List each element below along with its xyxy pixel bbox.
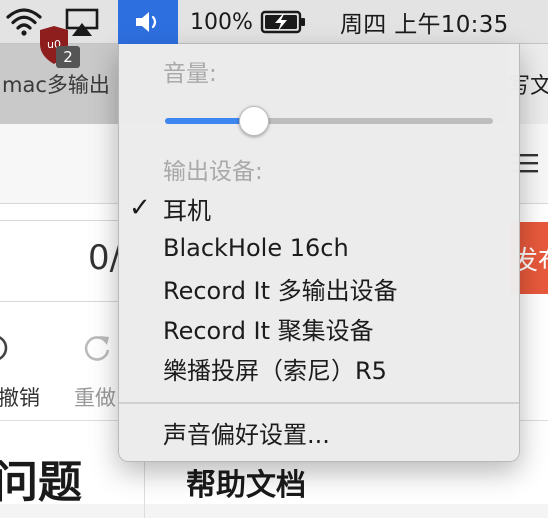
- volume-menu-button[interactable]: [118, 0, 178, 44]
- preferences-label: 声音偏好设置...: [163, 420, 330, 449]
- undo-icon[interactable]: [0, 332, 16, 364]
- redo-label: 重做: [74, 386, 116, 410]
- menu-separator: [119, 402, 519, 404]
- device-label: Record It 多输出设备: [163, 276, 398, 305]
- help-docs-heading[interactable]: 帮助文档: [186, 460, 306, 504]
- output-device-recordit-aggregate[interactable]: Record It 聚集设备: [119, 309, 519, 347]
- menubar-clock[interactable]: 周四 上午10:35: [340, 0, 509, 44]
- checkmark-icon: ✓: [129, 193, 151, 223]
- output-device-headphones[interactable]: ✓ 耳机: [119, 189, 519, 227]
- char-counter: 0/: [88, 238, 122, 278]
- menu-bar: 100% 周四 上午10:35: [0, 0, 548, 44]
- output-device-blackhole[interactable]: BlackHole 16ch: [119, 229, 519, 267]
- questions-heading: 问题: [0, 457, 82, 508]
- volume-header: 音量:: [163, 61, 217, 87]
- redo-icon[interactable]: [82, 332, 112, 364]
- volume-dropdown-menu: 音量: 输出设备: ✓ 耳机 BlackHole 16ch Record It …: [118, 44, 520, 462]
- output-devices-header: 输出设备:: [163, 159, 263, 185]
- device-label: Record It 聚集设备: [163, 316, 374, 345]
- volume-slider-thumb[interactable]: [238, 106, 269, 136]
- device-label: 耳机: [163, 196, 211, 225]
- volume-slider-track[interactable]: [165, 118, 493, 124]
- battery-charging-icon[interactable]: [260, 0, 308, 44]
- sound-preferences-item[interactable]: 声音偏好设置...: [119, 413, 519, 451]
- extension-badge: 2: [56, 46, 80, 68]
- device-label: 樂播投屏（索尼）R5: [163, 356, 387, 385]
- output-device-lebo-sony[interactable]: 樂播投屏（索尼）R5: [119, 349, 519, 387]
- output-device-recordit-multi[interactable]: Record It 多输出设备: [119, 269, 519, 307]
- device-label: BlackHole 16ch: [163, 234, 349, 262]
- volume-icon: [136, 12, 157, 32]
- undo-label: 撤销: [0, 386, 40, 410]
- battery-percentage: 100%: [190, 9, 253, 35]
